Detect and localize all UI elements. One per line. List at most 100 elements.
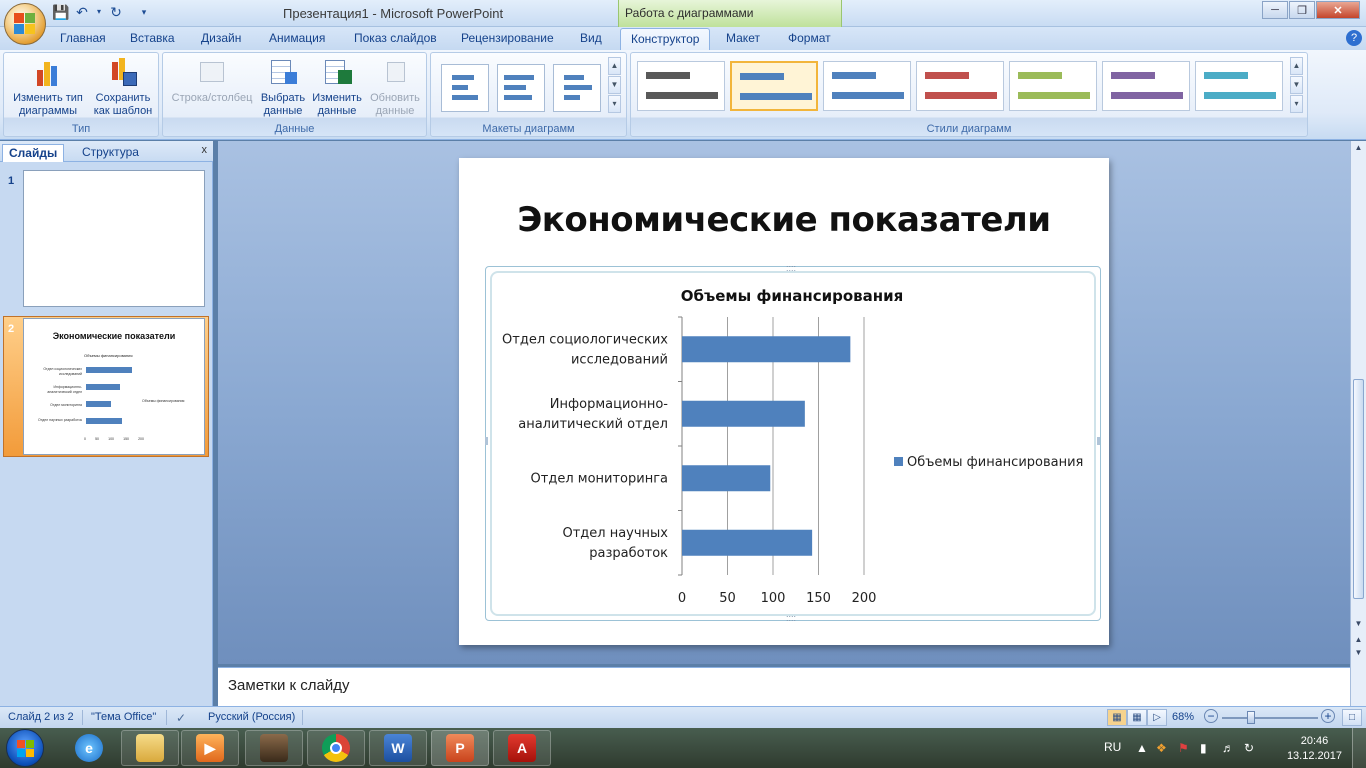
- chart-style-3[interactable]: [823, 61, 911, 111]
- taskbar-powerpoint[interactable]: P: [431, 730, 489, 766]
- chart-style-5[interactable]: [1009, 61, 1097, 111]
- switch-row-column-button[interactable]: Строка/столбец: [167, 56, 257, 105]
- notes-pane[interactable]: Заметки к слайду: [218, 667, 1350, 706]
- tray-flag-icon[interactable]: ⚑: [1178, 741, 1189, 755]
- scroll-down-icon[interactable]: ▼: [1353, 619, 1364, 628]
- network-icon[interactable]: ↻: [1244, 741, 1254, 755]
- zoom-slider-track[interactable]: [1222, 717, 1318, 719]
- tab-design[interactable]: Дизайн: [201, 31, 241, 45]
- show-hidden-icons-icon[interactable]: ▲: [1136, 741, 1148, 755]
- slide-sorter-view-icon[interactable]: ▦: [1127, 709, 1147, 726]
- chart-style-2[interactable]: [730, 61, 818, 111]
- change-chart-type-button[interactable]: Изменить тип диаграммы: [8, 56, 88, 118]
- resize-handle-top[interactable]: ::::: [786, 264, 796, 273]
- scroll-up-icon[interactable]: ▲: [1353, 143, 1364, 152]
- chart-area[interactable]: Объемы финансирования 0 50 100 150 200 Отдел с…: [490, 271, 1096, 616]
- tab-insert[interactable]: Вставка: [130, 31, 175, 45]
- select-data-button[interactable]: Выбрать данные: [255, 56, 311, 118]
- next-slide-icon[interactable]: ▼: [1353, 648, 1364, 657]
- fit-slide-icon[interactable]: □: [1342, 709, 1362, 726]
- office-button[interactable]: [4, 3, 46, 45]
- resize-handle-right[interactable]: [1097, 437, 1100, 445]
- vertical-scrollbar[interactable]: ▲ ▼ ▲ ▼: [1350, 141, 1366, 706]
- restore-button[interactable]: ❐: [1289, 1, 1315, 19]
- zoom-out-button[interactable]: −: [1204, 709, 1218, 723]
- ribbon-group-layouts-label: Макеты диаграмм: [482, 123, 575, 135]
- ribbon-group-data: Строка/столбец Выбрать данные Изменить д…: [162, 52, 427, 137]
- tab-review[interactable]: Рецензирование: [461, 31, 554, 45]
- styles-scroll-down-icon[interactable]: ▼: [1290, 76, 1303, 94]
- tab-outline[interactable]: Структура: [76, 144, 145, 162]
- powerpoint-icon: P: [446, 734, 474, 762]
- show-desktop-button[interactable]: [1352, 728, 1366, 768]
- taskbar-game[interactable]: [245, 730, 303, 766]
- resize-handle-bottom[interactable]: ::::: [786, 614, 796, 623]
- normal-view-icon[interactable]: ▦: [1107, 709, 1127, 726]
- taskbar-internet-explorer[interactable]: e: [60, 730, 118, 766]
- volume-icon[interactable]: ♬: [1222, 741, 1234, 755]
- language-status[interactable]: Русский (Россия): [208, 711, 295, 723]
- clock[interactable]: 20:46 13.12.2017: [1287, 734, 1342, 764]
- tab-chart-design[interactable]: Конструктор: [620, 28, 711, 50]
- chart-layout-2[interactable]: [497, 64, 545, 112]
- tab-home[interactable]: Главная: [60, 31, 106, 45]
- chart-layout-1[interactable]: [441, 64, 489, 112]
- edit-data-button[interactable]: Изменить данные: [309, 56, 365, 118]
- close-pane-icon[interactable]: x: [202, 144, 208, 156]
- input-language[interactable]: RU: [1104, 740, 1121, 754]
- tray-app-icon[interactable]: ❖: [1156, 741, 1167, 755]
- spell-check-icon[interactable]: ✓: [176, 711, 186, 725]
- chart-layout-3[interactable]: [553, 64, 601, 112]
- chart-style-7[interactable]: [1195, 61, 1283, 111]
- tab-view[interactable]: Вид: [580, 31, 602, 45]
- undo-icon[interactable]: ↶: [74, 4, 90, 20]
- customize-qat-icon[interactable]: ▾: [136, 4, 152, 20]
- clock-time: 20:46: [1300, 735, 1329, 747]
- taskbar-acrobat[interactable]: A: [493, 730, 551, 766]
- zoom-level[interactable]: 68%: [1172, 711, 1194, 723]
- styles-scroll-up-icon[interactable]: ▲: [1290, 57, 1303, 75]
- styles-more-icon[interactable]: ▾: [1290, 95, 1303, 113]
- undo-dropdown-icon[interactable]: ▾: [96, 4, 102, 20]
- chart-style-1[interactable]: [637, 61, 725, 111]
- chart-style-4[interactable]: [916, 61, 1004, 111]
- tab-chart-format[interactable]: Формат: [788, 31, 831, 45]
- zoom-slider-knob[interactable]: [1247, 711, 1255, 724]
- taskbar-chrome[interactable]: [307, 730, 365, 766]
- slideshow-view-icon[interactable]: ▷: [1147, 709, 1167, 726]
- chart-selection-frame[interactable]: Объемы финансирования 0 50 100 150 200 Отдел с…: [485, 264, 1101, 623]
- slide-thumbnail-1[interactable]: [23, 170, 205, 307]
- close-button[interactable]: ✕: [1316, 1, 1360, 19]
- taskbar-word[interactable]: W: [369, 730, 427, 766]
- save-as-template-button[interactable]: Сохранить как шаблон: [88, 56, 158, 118]
- layouts-scroll-down-icon[interactable]: ▼: [608, 76, 621, 94]
- slide-count-status: Слайд 2 из 2: [8, 711, 74, 723]
- tab-animation[interactable]: Анимация: [269, 31, 325, 45]
- resize-handle-left[interactable]: [485, 437, 488, 445]
- taskbar-media-player[interactable]: ▶: [181, 730, 239, 766]
- slide-title[interactable]: Экономические показатели: [459, 200, 1109, 240]
- acrobat-icon: A: [508, 734, 536, 762]
- minimize-button[interactable]: ─: [1262, 1, 1288, 19]
- start-button[interactable]: [6, 729, 44, 767]
- tab-slides[interactable]: Слайды: [2, 144, 65, 162]
- layouts-scroll-up-icon[interactable]: ▲: [608, 57, 621, 75]
- redo-icon[interactable]: ↻: [108, 4, 124, 20]
- zoom-in-button[interactable]: +: [1321, 709, 1335, 723]
- help-icon[interactable]: ?: [1346, 30, 1362, 46]
- thumb-slide-title: Экономические показатели: [52, 331, 176, 341]
- tab-chart-layout[interactable]: Макет: [726, 31, 760, 45]
- slide-canvas[interactable]: Экономические показатели Объемы финансир…: [459, 158, 1109, 645]
- slide-thumbnail-2[interactable]: Экономические показатели Объемы финансир…: [23, 318, 205, 455]
- refresh-data-button[interactable]: Обновить данные: [365, 56, 425, 118]
- previous-slide-icon[interactable]: ▲: [1353, 635, 1364, 644]
- network-signal-icon[interactable]: ▮: [1200, 741, 1207, 755]
- taskbar-explorer[interactable]: [121, 730, 179, 766]
- tab-slideshow[interactable]: Показ слайдов: [354, 31, 437, 45]
- ribbon-tabs: Главная Вставка Дизайн Анимация Показ сл…: [0, 27, 1366, 50]
- chart-style-6[interactable]: [1102, 61, 1190, 111]
- save-template-icon: [107, 56, 139, 88]
- scroll-thumb[interactable]: [1353, 379, 1364, 599]
- layouts-more-icon[interactable]: ▾: [608, 95, 621, 113]
- save-icon[interactable]: 💾: [52, 4, 69, 20]
